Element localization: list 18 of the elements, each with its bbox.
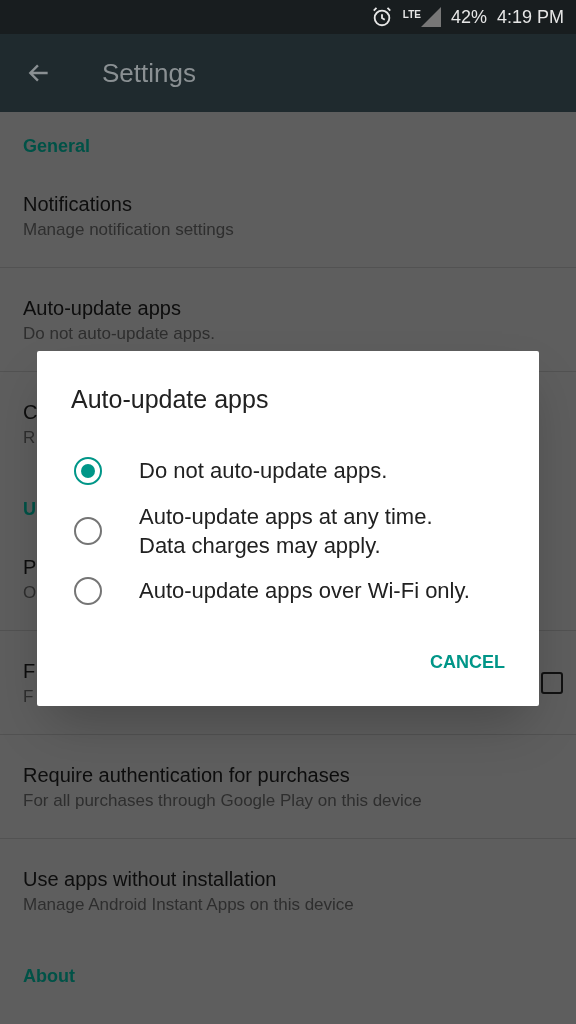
- item-title: Use apps without installation: [23, 866, 277, 892]
- item-title: C: [23, 399, 38, 425]
- section-header: U: [23, 498, 36, 521]
- section-header: General: [23, 135, 91, 158]
- item-title: F: [23, 658, 36, 684]
- network-label: LTE: [402, 8, 421, 22]
- option-label: Auto-update apps at any time. Data charges may apply.: [139, 502, 434, 560]
- clock-time: 4:19 PM: [496, 5, 564, 29]
- item-title: Auto-update apps: [23, 295, 181, 321]
- item-title: Notifications: [23, 191, 132, 217]
- section-header: About: [23, 965, 75, 988]
- item-title: P: [23, 554, 37, 580]
- dialog-title: Auto-update apps: [71, 384, 269, 415]
- item-title: Require authentication for purchases: [23, 762, 350, 788]
- option-label: Do not auto-update apps.: [139, 457, 389, 485]
- toolbar-title: Settings: [102, 56, 196, 90]
- option-label: Auto-update apps over Wi-Fi only.: [139, 577, 471, 605]
- battery-level: 42%: [450, 5, 487, 29]
